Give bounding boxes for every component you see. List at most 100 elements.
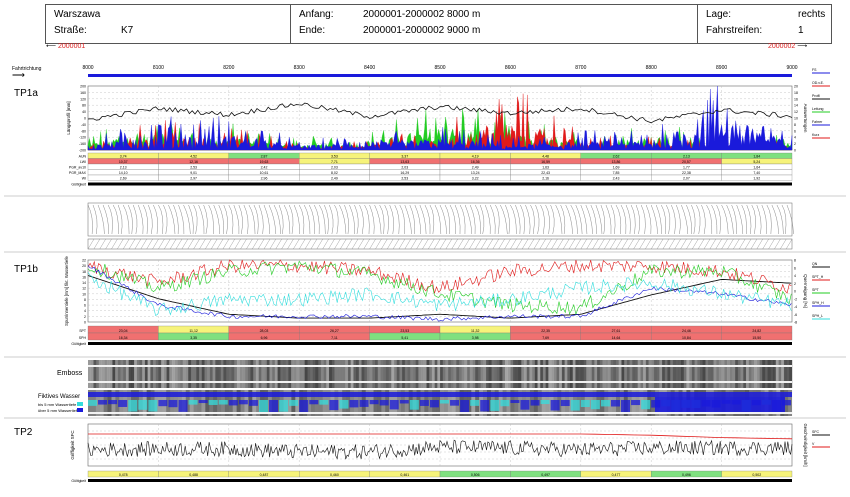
tp1a-table-cell [439, 169, 511, 176]
hatch-line [780, 238, 787, 250]
tp1a-left-tick: 160 [80, 91, 86, 95]
tp1b-table-cell [158, 325, 229, 334]
tp1a-table-cell-value: 2,49 [472, 165, 479, 169]
tp1b-table-row-label: SPT [79, 329, 87, 333]
emboss-texture [586, 360, 590, 388]
tp1a-table-validity-bar [88, 182, 792, 186]
tp1a-table-cell-value: 2,07 [683, 176, 690, 180]
rut-pattern-line [459, 204, 466, 235]
tp1b-chart: 222018161412108642086420-2-4-6-8Spurrinn… [64, 256, 830, 326]
rut-pattern-line [334, 204, 339, 235]
tp1b-left-tick: 16 [82, 275, 86, 279]
water-texture [772, 390, 777, 416]
water-texture [608, 390, 613, 416]
left-arrow-icon: ⟵ [46, 43, 57, 50]
emboss-texture [594, 360, 598, 388]
water-band-segment [460, 400, 470, 413]
emboss-texture [683, 360, 687, 388]
water-texture [88, 390, 92, 416]
water-band-segment [661, 400, 671, 407]
emboss-texture [347, 360, 351, 388]
emboss-texture [545, 360, 549, 388]
emboss-texture [280, 360, 284, 388]
hatch-line [375, 238, 382, 250]
emboss-texture [293, 360, 297, 388]
hatch-line [146, 238, 153, 250]
plot-frame [87, 259, 793, 323]
emboss-texture [518, 360, 522, 388]
tp1a-right-tick: 14 [794, 104, 798, 108]
hatch-line [181, 238, 189, 250]
hatch-line [87, 238, 95, 250]
tp1b-left-tick: 10 [82, 292, 86, 296]
tp1a-right-tick: 2 [794, 142, 796, 146]
rut-pattern-line [706, 204, 713, 235]
water-band-segment [681, 400, 691, 408]
tp1a-chart: 20016012080400-40-80-120-160-20020181614… [66, 68, 830, 153]
hatch-line [721, 238, 728, 250]
water-texture [479, 390, 484, 416]
water-band-segment [108, 400, 118, 405]
tp1a-right-tick: 12 [794, 110, 798, 114]
header-location-cell: Warszawa Straße: K7 [46, 5, 291, 43]
rut-pattern-line [178, 204, 185, 235]
tp1a-table-cell [228, 158, 300, 165]
hatch-line [504, 238, 511, 250]
emboss-texture [727, 360, 731, 388]
water-texture [236, 390, 241, 416]
water-texture [526, 390, 531, 416]
emboss-texture [732, 360, 736, 388]
water-texture [451, 390, 456, 416]
water-band-segment [88, 400, 97, 406]
water-texture [522, 390, 527, 416]
hatch-line [739, 238, 746, 250]
rut-pattern-line [590, 204, 597, 235]
emboss-texture [645, 360, 649, 388]
tp1b-table-cell [228, 325, 300, 334]
water-texture [396, 390, 401, 416]
hatch-line [222, 238, 230, 250]
tp1b-table-cell [158, 332, 229, 341]
hatch-line [662, 238, 670, 250]
rut-pattern-line [746, 204, 752, 235]
hatch-line [205, 238, 212, 250]
tp1a-table-cell-value: 2,97 [190, 176, 197, 180]
water-legend-2: über 5 mm Wassertiefe [38, 408, 80, 413]
tp1a-table-cell-value: 3,22 [472, 176, 479, 180]
rut-pattern-line [434, 204, 442, 235]
hatch-line [774, 238, 781, 250]
tp1a-series-profil [87, 102, 793, 124]
tp1a-table-cell [87, 158, 159, 165]
hatch-line [387, 238, 394, 250]
rut-pattern-line [294, 204, 300, 235]
tp1a-left-tick: -160 [79, 142, 86, 146]
tp1a-table-cell [651, 152, 722, 159]
rut-pattern-line [560, 204, 566, 235]
tp1a-table-cell [299, 158, 370, 165]
tp1a-table-cell [510, 163, 581, 170]
water-texture [459, 390, 464, 416]
hatch-line [604, 238, 611, 250]
rut-pattern-line [273, 204, 281, 235]
emboss-texture [510, 360, 514, 388]
emboss-texture [442, 360, 446, 388]
emboss-texture [123, 360, 127, 388]
emboss-texture [735, 360, 739, 388]
rut-pattern-line [107, 204, 113, 235]
water-band-segment [128, 400, 138, 412]
emboss-texture [429, 360, 433, 388]
rut-pattern-line [781, 204, 787, 235]
tp1b-table-cell-value: 14,64 [612, 336, 621, 340]
rut-pattern-line [736, 204, 743, 235]
tp1a-table-cell [721, 174, 793, 181]
water-band-segment [279, 400, 289, 412]
emboss-texture [98, 360, 102, 388]
water-texture [752, 390, 757, 416]
emboss-texture [217, 360, 221, 388]
emboss-texture [350, 360, 354, 388]
water-texture [631, 390, 636, 416]
water-texture [424, 390, 429, 416]
water-texture [99, 390, 104, 416]
emboss-texture [434, 360, 438, 388]
emboss-texture [410, 360, 414, 388]
